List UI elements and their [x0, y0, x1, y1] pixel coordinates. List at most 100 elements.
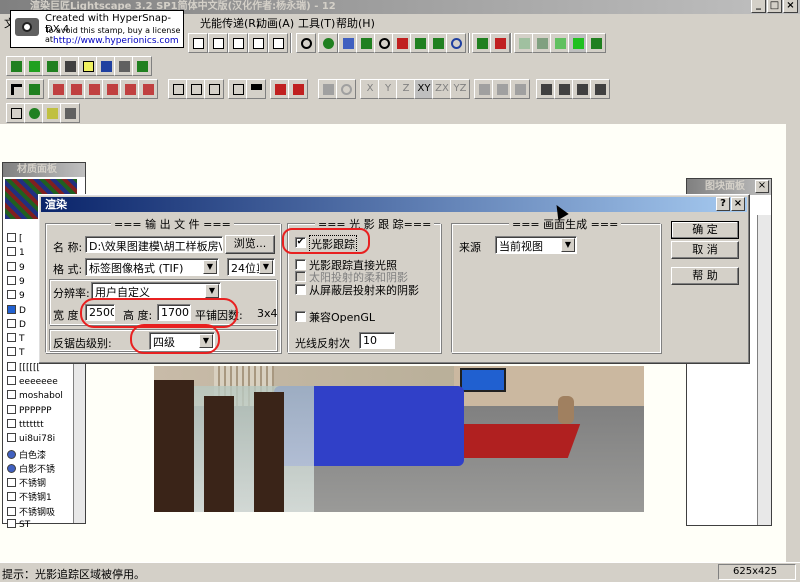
- material-swatch-icon: [7, 347, 16, 357]
- maximize-button[interactable]: □: [767, 0, 782, 13]
- select-icon[interactable]: [24, 79, 44, 99]
- material-item-label: 不锈钢: [19, 479, 47, 489]
- walker4-icon[interactable]: [590, 79, 610, 99]
- material-item-label: D: [19, 319, 26, 330]
- zoom-icon[interactable]: [296, 33, 316, 53]
- view-icon[interactable]: [472, 33, 492, 53]
- orbit-icon[interactable]: [338, 33, 358, 53]
- filter-icon[interactable]: [246, 79, 266, 99]
- cube-icon[interactable]: [96, 56, 116, 76]
- material-swatch-icon: [7, 478, 16, 488]
- ok-button[interactable]: 确 定: [671, 221, 739, 239]
- tool-button[interactable]: [188, 33, 208, 53]
- wireframe-icon[interactable]: [514, 33, 534, 53]
- menu-tools[interactable]: 工具(T): [298, 15, 335, 31]
- snap3-icon[interactable]: [510, 79, 530, 99]
- outline-icon[interactable]: [532, 33, 552, 53]
- rotate-icon[interactable]: [446, 33, 466, 53]
- view2-icon[interactable]: [490, 33, 510, 53]
- solid-icon[interactable]: [550, 33, 570, 53]
- select-arrow-icon[interactable]: [6, 79, 26, 99]
- move2-icon[interactable]: [288, 79, 308, 99]
- material-item-label: [: [19, 234, 23, 244]
- walker2-icon[interactable]: [554, 79, 574, 99]
- dialog-help-button[interactable]: ?: [716, 197, 730, 211]
- tool-button[interactable]: [228, 33, 248, 53]
- rotate2-icon[interactable]: [336, 79, 356, 99]
- axis-y-button[interactable]: Y: [378, 79, 398, 99]
- book-icon[interactable]: [42, 103, 62, 123]
- green-cube-icon[interactable]: [6, 56, 26, 76]
- material-item-label: moshabol: [19, 391, 63, 402]
- green-cube3-icon[interactable]: [42, 56, 62, 76]
- axis-xy-button[interactable]: XY: [414, 79, 434, 99]
- layer-scrollbar[interactable]: [757, 215, 771, 525]
- yellow-icon[interactable]: [78, 56, 98, 76]
- snap2-icon[interactable]: [492, 79, 512, 99]
- poly3-icon[interactable]: [204, 79, 224, 99]
- browse-button[interactable]: 浏览...: [225, 235, 275, 254]
- light5-icon[interactable]: [120, 79, 140, 99]
- material-item-label: 9: [19, 291, 25, 302]
- wand-icon[interactable]: [60, 56, 80, 76]
- eye-icon[interactable]: [318, 33, 338, 53]
- tool-button[interactable]: [268, 33, 288, 53]
- material-swatch-icon: [7, 418, 16, 428]
- light2-icon[interactable]: [66, 79, 86, 99]
- axis-zx-button[interactable]: ZX: [432, 79, 452, 99]
- layer-panel-close[interactable]: ×: [755, 180, 769, 193]
- globe-icon[interactable]: [24, 103, 44, 123]
- camera-tool-icon[interactable]: [428, 33, 448, 53]
- poly2-icon[interactable]: [186, 79, 206, 99]
- copy-icon[interactable]: [228, 79, 248, 99]
- axis-yz-button[interactable]: YZ: [450, 79, 470, 99]
- screen-shadow-checkbox[interactable]: [295, 284, 306, 295]
- bit-depth-select[interactable]: 24位真 ▼: [227, 258, 275, 276]
- dialog-close-button[interactable]: ×: [731, 197, 745, 211]
- image-gen-group-title: === 画面生成 ===: [509, 216, 622, 232]
- pan-icon[interactable]: [392, 33, 412, 53]
- tool-button[interactable]: [248, 33, 268, 53]
- move-icon[interactable]: [270, 79, 290, 99]
- close-button[interactable]: ×: [783, 0, 798, 13]
- light4-icon[interactable]: [102, 79, 122, 99]
- fly-icon[interactable]: [410, 33, 430, 53]
- reflect-input[interactable]: 10: [359, 332, 395, 349]
- walker-icon[interactable]: [536, 79, 556, 99]
- cancel-button[interactable]: 取 消: [671, 241, 739, 259]
- textured-icon[interactable]: [586, 33, 606, 53]
- menu-animation[interactable]: 动画(A): [256, 15, 294, 31]
- material-swatch-icon: [7, 261, 16, 271]
- poly-icon[interactable]: [168, 79, 188, 99]
- axis-z-button[interactable]: Z: [396, 79, 416, 99]
- layer-icon[interactable]: [6, 103, 26, 123]
- source-select[interactable]: 当前视图 ▼: [495, 236, 577, 254]
- material-item-label: eeeeeee: [19, 377, 58, 387]
- light-icon[interactable]: [48, 79, 68, 99]
- light3-icon[interactable]: [84, 79, 104, 99]
- grid-icon[interactable]: [114, 56, 134, 76]
- light6-icon[interactable]: [138, 79, 158, 99]
- axis-x-button[interactable]: X: [360, 79, 380, 99]
- format-select[interactable]: 标签图像格式 (TIF) ▼: [85, 258, 219, 276]
- help-button[interactable]: 帮 助: [671, 267, 739, 285]
- green-cube2-icon[interactable]: [24, 56, 44, 76]
- render-preview-image: [154, 366, 644, 512]
- soft-shadow-checkbox[interactable]: [295, 271, 306, 282]
- walk-icon[interactable]: [356, 33, 376, 53]
- name-input[interactable]: D:\效果图建模\胡工样板房\: [85, 236, 223, 253]
- minimize-button[interactable]: _: [751, 0, 766, 13]
- arrow-down-icon[interactable]: [60, 103, 80, 123]
- zoom-in-icon[interactable]: [374, 33, 394, 53]
- menu-help[interactable]: 帮助(H): [336, 15, 375, 31]
- direct-light-checkbox[interactable]: [295, 259, 306, 270]
- walker3-icon[interactable]: [572, 79, 592, 99]
- render-icon[interactable]: [132, 56, 152, 76]
- arrows-icon[interactable]: [318, 79, 338, 99]
- tool-button[interactable]: [208, 33, 228, 53]
- opengl-checkbox[interactable]: [295, 311, 306, 322]
- menu-radiosity[interactable]: 光能传递(R): [200, 15, 260, 31]
- snap-icon[interactable]: [474, 79, 494, 99]
- material-item-label: 白影不锈: [19, 464, 56, 474]
- shaded-icon[interactable]: [568, 33, 588, 53]
